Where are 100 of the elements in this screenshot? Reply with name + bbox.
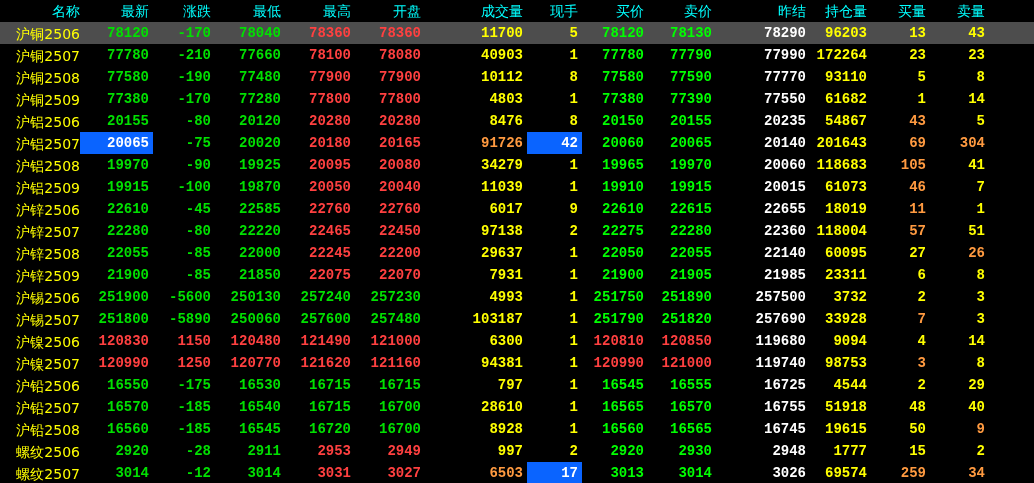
table-row[interactable]: 沪锌2506 22610 -45 22585 22760 22760 6017 9 22610 22615 22655 18019 11 1	[0, 198, 1034, 220]
cell-value: 41	[968, 157, 985, 173]
cell-value: -185	[177, 421, 211, 437]
column-header[interactable]: 卖价	[648, 0, 716, 22]
contract-name[interactable]: 沪锌2507	[16, 224, 80, 240]
table-row[interactable]: 沪锌2507 22280 -80 22220 22465 22450 97138 2 22275 22280 22360 118004 57 51	[0, 220, 1034, 242]
contract-name[interactable]: 沪锌2508	[16, 246, 80, 262]
table-row[interactable]: 沪铝2506 20155 -80 20120 20280 20280 8476 8 20150 20155 20235 54867 43 5	[0, 110, 1034, 132]
cell-value: 103187	[472, 311, 523, 327]
contract-name[interactable]: 沪铜2507	[16, 48, 80, 64]
cell-value: 78130	[670, 25, 712, 41]
cell-value: 9094	[833, 333, 867, 349]
table-row[interactable]: 沪锡2506 251900 -5600 250130 257240 257230 4993 1 251750 251890 257500 3732 2 3	[0, 286, 1034, 308]
contract-name[interactable]: 沪铜2508	[16, 70, 80, 86]
column-header[interactable]: 名称	[0, 0, 80, 22]
contract-name[interactable]: 沪铝2507	[16, 136, 80, 152]
column-header[interactable]: 最高	[285, 0, 355, 22]
contract-name[interactable]: 沪锡2506	[16, 290, 80, 306]
cell-value: 26	[968, 245, 985, 261]
cell-value: 77380	[602, 91, 644, 107]
cell-value: 77800	[379, 91, 421, 107]
table-row[interactable]: 沪镍2507 120990 1250 120770 121620 121160 94381 1 120990 121000 119740 98753 3 8	[0, 352, 1034, 374]
cell-value: 40	[968, 399, 985, 415]
cell-value: 22615	[670, 201, 712, 217]
table-row[interactable]: 沪镍2506 120830 1150 120480 121490 121000 6300 1 120810 120850 119680 9094 4 14	[0, 330, 1034, 352]
contract-name[interactable]: 沪铜2509	[16, 92, 80, 108]
cell-value: 33928	[825, 311, 867, 327]
cell-value: -28	[185, 443, 211, 459]
table-row[interactable]: 沪铝2509 19915 -100 19870 20050 20040 11039 1 19910 19915 20015 61073 46 7	[0, 176, 1034, 198]
cell-value: 20155	[670, 113, 712, 129]
table-row[interactable]: 螺纹2507 3014 -12 3014 3031 3027 6503 17 3013 3014 3026 69574 259 34	[0, 462, 1034, 483]
contract-name[interactable]: 沪锡2507	[16, 312, 80, 328]
column-header[interactable]: 现手	[527, 0, 582, 22]
table-row[interactable]: 沪铅2508 16560 -185 16545 16720 16700 8928 1 16560 16565 16745 19615 50 9	[0, 418, 1034, 440]
contract-name[interactable]: 沪铝2508	[16, 158, 80, 174]
cell-value: 4803	[489, 91, 523, 107]
cell-value: 20020	[239, 135, 281, 151]
cell-value: 16530	[239, 377, 281, 393]
contract-name[interactable]: 沪铝2506	[16, 114, 80, 130]
table-row[interactable]: 沪铜2507 77780 -210 77660 78100 78080 40903 1 77780 77790 77990 172264 23 23	[0, 44, 1034, 66]
cell-value: 8	[976, 267, 985, 283]
cell-value: 9	[569, 201, 578, 217]
cell-value: 22220	[239, 223, 281, 239]
column-header[interactable]: 最低	[215, 0, 285, 22]
cell-value: 22280	[670, 223, 712, 239]
cell-value: 19925	[239, 157, 281, 173]
cell-value: 16715	[309, 377, 351, 393]
contract-name[interactable]: 沪镍2506	[16, 334, 80, 350]
cell-value: 22450	[379, 223, 421, 239]
cell-value: 3014	[115, 465, 149, 481]
cell-value: 60095	[825, 245, 867, 261]
contract-name[interactable]: 沪铝2509	[16, 180, 80, 196]
contract-name[interactable]: 沪镍2507	[16, 356, 80, 372]
contract-name[interactable]: 沪铅2506	[16, 378, 80, 394]
contract-name[interactable]: 沪锌2506	[16, 202, 80, 218]
table-row[interactable]: 沪铝2507 20065 -75 20020 20180 20165 91726 42 20060 20065 20140 201643 69 304	[0, 132, 1034, 154]
cell-value: 21985	[764, 267, 806, 283]
cell-value: 51	[968, 223, 985, 239]
cell-value: 2	[917, 289, 926, 305]
contract-name[interactable]: 沪铅2507	[16, 400, 80, 416]
table-row[interactable]: 沪铅2506 16550 -175 16530 16715 16715 797 1 16545 16555 16725 4544 2 29	[0, 374, 1034, 396]
cell-value: 19910	[602, 179, 644, 195]
column-header[interactable]: 最新	[80, 0, 153, 22]
table-row[interactable]: 沪锡2507 251800 -5890 250060 257600 257480 103187 1 251790 251820 257690 33928 7 3	[0, 308, 1034, 330]
cell-value: 6503	[489, 465, 523, 481]
table-row[interactable]: 沪铜2506 78120 -170 78040 78360 78360 11700 5 78120 78130 78290 96203 13 43	[0, 22, 1034, 44]
table-row[interactable]: 螺纹2506 2920 -28 2911 2953 2949 997 2 2920 2930 2948 1777 15 2	[0, 440, 1034, 462]
cell-value: 4	[917, 333, 926, 349]
table-row[interactable]: 沪铜2509 77380 -170 77280 77800 77800 4803 1 77380 77390 77550 61682 1 14	[0, 88, 1034, 110]
column-header[interactable]: 持仓量	[810, 0, 871, 22]
table-row[interactable]: 沪铜2508 77580 -190 77480 77900 77900 10112 8 77580 77590 77770 93110 5 8	[0, 66, 1034, 88]
table-row[interactable]: 沪铝2508 19970 -90 19925 20095 20080 34279 1 19965 19970 20060 118683 105 41	[0, 154, 1034, 176]
column-header[interactable]: 买价	[582, 0, 648, 22]
table-row[interactable]: 沪铅2507 16570 -185 16540 16715 16700 28610 1 16565 16570 16755 51918 48 40	[0, 396, 1034, 418]
table-row[interactable]: 沪锌2508 22055 -85 22000 22245 22200 29637 1 22050 22055 22140 60095 27 26	[0, 242, 1034, 264]
cell-value: 78360	[379, 25, 421, 41]
cell-value: 2	[569, 223, 578, 239]
contract-name[interactable]: 螺纹2506	[16, 444, 80, 460]
column-header[interactable]: 买量	[871, 0, 930, 22]
cell-value: 91726	[481, 135, 523, 151]
column-header[interactable]: 昨结	[716, 0, 810, 22]
cell-value: 22075	[309, 267, 351, 283]
cell-value: 69574	[825, 465, 867, 481]
column-header[interactable]: 卖量	[930, 0, 989, 22]
column-header[interactable]: 开盘	[355, 0, 425, 22]
cell-value: 22585	[239, 201, 281, 217]
cell-value: 97138	[481, 223, 523, 239]
column-header[interactable]: 成交量	[425, 0, 527, 22]
contract-name[interactable]: 沪铜2506	[16, 26, 80, 42]
table-row[interactable]: 沪锌2509 21900 -85 21850 22075 22070 7931 1 21900 21905 21985 23311 6 8	[0, 264, 1034, 286]
contract-name[interactable]: 沪铅2508	[16, 422, 80, 438]
column-header[interactable]: 涨跌	[153, 0, 215, 22]
cell-value: 8	[569, 69, 578, 85]
cell-value: 16540	[239, 399, 281, 415]
cell-value: 121490	[300, 333, 351, 349]
contract-name[interactable]: 螺纹2507	[16, 466, 80, 482]
contract-name[interactable]: 沪锌2509	[16, 268, 80, 284]
cell-value: 22360	[764, 223, 806, 239]
cell-value: 6017	[489, 201, 523, 217]
cell-value: -190	[177, 69, 211, 85]
